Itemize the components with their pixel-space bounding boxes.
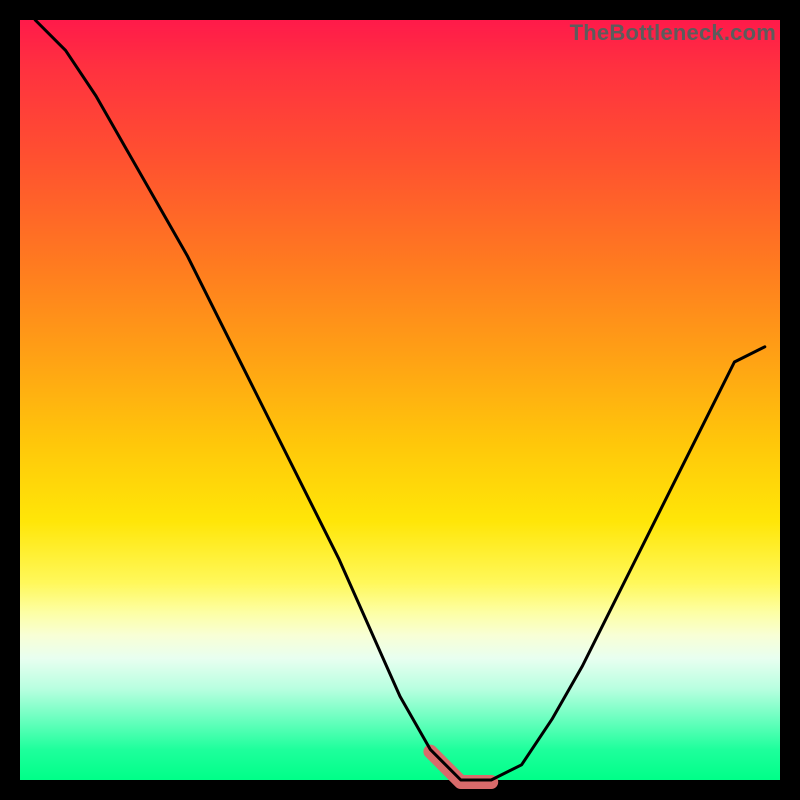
chart-frame: TheBottleneck.com xyxy=(20,20,780,780)
optimal-range-highlight xyxy=(430,752,491,782)
bottleneck-curve xyxy=(35,20,765,780)
plot-area: TheBottleneck.com xyxy=(20,20,780,780)
curve-svg xyxy=(20,20,780,780)
